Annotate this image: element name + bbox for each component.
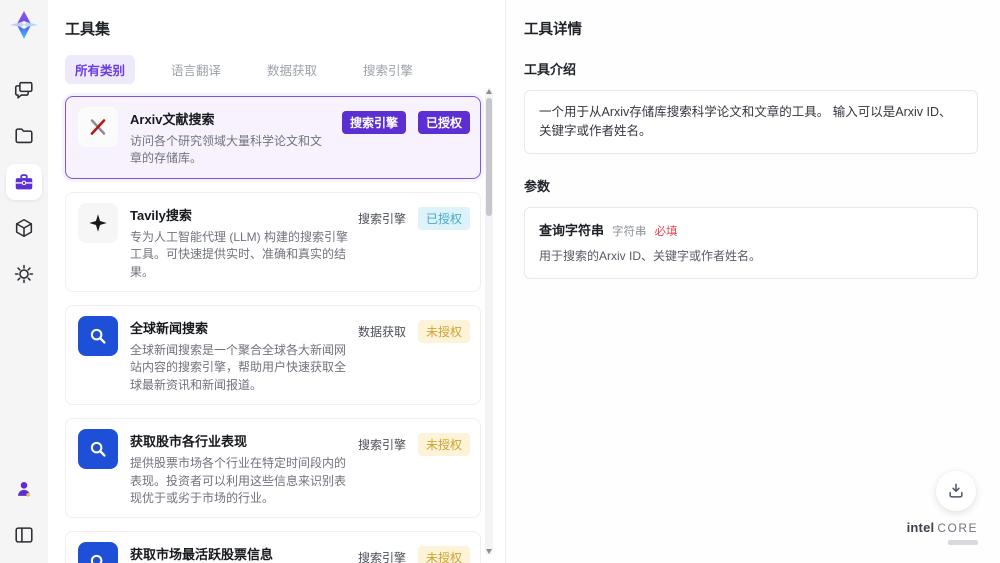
- download-button[interactable]: [936, 471, 976, 511]
- params-heading: 参数: [524, 178, 551, 194]
- rail-item-settings[interactable]: [6, 256, 42, 292]
- panel-toggle-icon: [13, 524, 35, 546]
- category-tab-2[interactable]: 数据获取: [257, 55, 327, 84]
- scroll-up-arrow-icon[interactable]: [486, 89, 492, 94]
- tool-card-0[interactable]: Arxiv文献搜索 访问各个研究领域大量科学论文和文章的存储库。 搜索引擎 已授权: [65, 96, 481, 179]
- tool-card-3[interactable]: 获取股市各行业表现 提供股票市场各个行业在特定时间段内的表现。投资者可以利用这些…: [65, 418, 481, 519]
- tool-name: 获取市场最活跃股票信息: [130, 547, 274, 563]
- auth-badge: 未授权: [417, 319, 470, 343]
- toolset-panel: 工具集 所有类别 语言翻译 数据获取 搜索引擎 Arxiv文献搜索 访问各个研究领域大…: [48, 0, 505, 563]
- tool-description: 专为人工智能代理 (LLM) 构建的搜索引擎工具。可快速提供实时、准确和真实的结…: [130, 229, 349, 279]
- detail-title: 工具详情: [524, 22, 582, 38]
- search-icon: [78, 315, 118, 356]
- tool-detail-panel: 工具详情 工具介绍 一个用于从Arxiv存储库搜索科学论文和文章的工具。 输入可…: [505, 0, 1000, 563]
- scroll-down-arrow-icon[interactable]: [486, 549, 492, 554]
- tool-name: 获取股市各行业表现: [130, 434, 248, 450]
- param-list: 查询字符串 字符串 必填 用于搜索的Arxiv ID、关键字或作者姓名。: [524, 206, 978, 279]
- category-tabs: 所有类别 语言翻译 数据获取 搜索引擎: [65, 55, 505, 84]
- rail-item-user[interactable]: [6, 471, 42, 507]
- page-title: 工具集: [65, 21, 111, 38]
- rail-item-chat[interactable]: [6, 72, 42, 108]
- tool-card-4[interactable]: 获取市场最活跃股票信息 提供当天交易量最高的股票列表。投资者可以利用这些信息来识…: [65, 531, 481, 563]
- tool-card-1[interactable]: Tavily搜索 专为人工智能代理 (LLM) 构建的搜索引擎工具。可快速提供实…: [65, 191, 481, 292]
- rail-item-folder[interactable]: [6, 118, 42, 154]
- package-icon: [13, 217, 35, 239]
- tool-description: 访问各个研究领域大量科学论文和文章的存储库。: [130, 134, 323, 166]
- category-tab-0[interactable]: 所有类别: [65, 55, 136, 84]
- tool-name: Tavily搜索: [130, 207, 192, 223]
- sparkle-icon: [78, 202, 118, 243]
- tool-name: Arxiv文献搜索: [130, 112, 215, 127]
- toolbox-icon: [13, 171, 35, 193]
- rail-item-panel-toggle[interactable]: [6, 517, 42, 553]
- folder-icon: [13, 125, 35, 147]
- intro-heading: 工具介绍: [524, 62, 577, 77]
- app-logo-icon: [7, 8, 41, 42]
- list-scrollbar[interactable]: [485, 88, 493, 555]
- auth-badge: 未授权: [417, 433, 470, 457]
- tool-description: 提供股票市场各个行业在特定时间段内的表现。投资者可以利用这些信息来识别表现优于或…: [130, 456, 347, 505]
- rail-item-toolbox[interactable]: [6, 164, 42, 200]
- rail-item-package[interactable]: [6, 210, 42, 246]
- scrollbar-thumb[interactable]: [486, 98, 492, 216]
- user-icon: [13, 478, 35, 500]
- intro-text: 一个用于从Arxiv存储库搜索科学论文和文章的工具。 输入可以是Arxiv ID…: [524, 90, 978, 154]
- search-icon: [78, 429, 118, 470]
- left-rail: [0, 0, 48, 563]
- auth-badge: 已授权: [417, 111, 470, 134]
- category-label: 搜索引擎: [357, 438, 406, 453]
- auth-badge: 已授权: [417, 206, 470, 230]
- category-badge: 搜索引擎: [341, 111, 406, 134]
- param-card: 查询字符串 字符串 必填 用于搜索的Arxiv ID、关键字或作者姓名。: [524, 206, 978, 279]
- search-icon: [78, 542, 118, 563]
- auth-badge: 未授权: [417, 546, 470, 563]
- intel-core-logo: intel CORE: [907, 520, 978, 545]
- category-tab-3[interactable]: 搜索引擎: [353, 55, 423, 84]
- tool-name: 全球新闻搜索: [130, 320, 209, 336]
- tool-description: 全球新闻搜索是一个聚合全球各大新闻网站内容的搜索引擎，帮助用户快速获取全球最新资…: [130, 342, 347, 392]
- param-description: 用于搜索的Arxiv ID、关键字或作者姓名。: [539, 248, 762, 263]
- param-required-flag: 必填: [654, 225, 678, 238]
- tool-card-2[interactable]: 全球新闻搜索 全球新闻搜索是一个聚合全球各大新闻网站内容的搜索引擎，帮助用户快速…: [65, 304, 481, 406]
- app-window: 工具集 所有类别 语言翻译 数据获取 搜索引擎 Arxiv文献搜索 访问各个研究领域大…: [0, 0, 1000, 563]
- chat-icon: [13, 79, 35, 101]
- category-label: 搜索引擎: [357, 211, 406, 226]
- tool-list: Arxiv文献搜索 访问各个研究领域大量科学论文和文章的存储库。 搜索引擎 已授权…: [65, 96, 481, 563]
- arxiv-icon: [78, 107, 118, 147]
- settings-icon: [13, 263, 35, 285]
- download-icon: [949, 483, 963, 498]
- param-type: 字符串: [612, 225, 647, 238]
- param-name: 查询字符串: [539, 222, 605, 238]
- category-tab-1[interactable]: 语言翻译: [161, 55, 231, 84]
- category-label: 数据获取: [357, 324, 406, 339]
- category-label: 搜索引擎: [357, 551, 406, 563]
